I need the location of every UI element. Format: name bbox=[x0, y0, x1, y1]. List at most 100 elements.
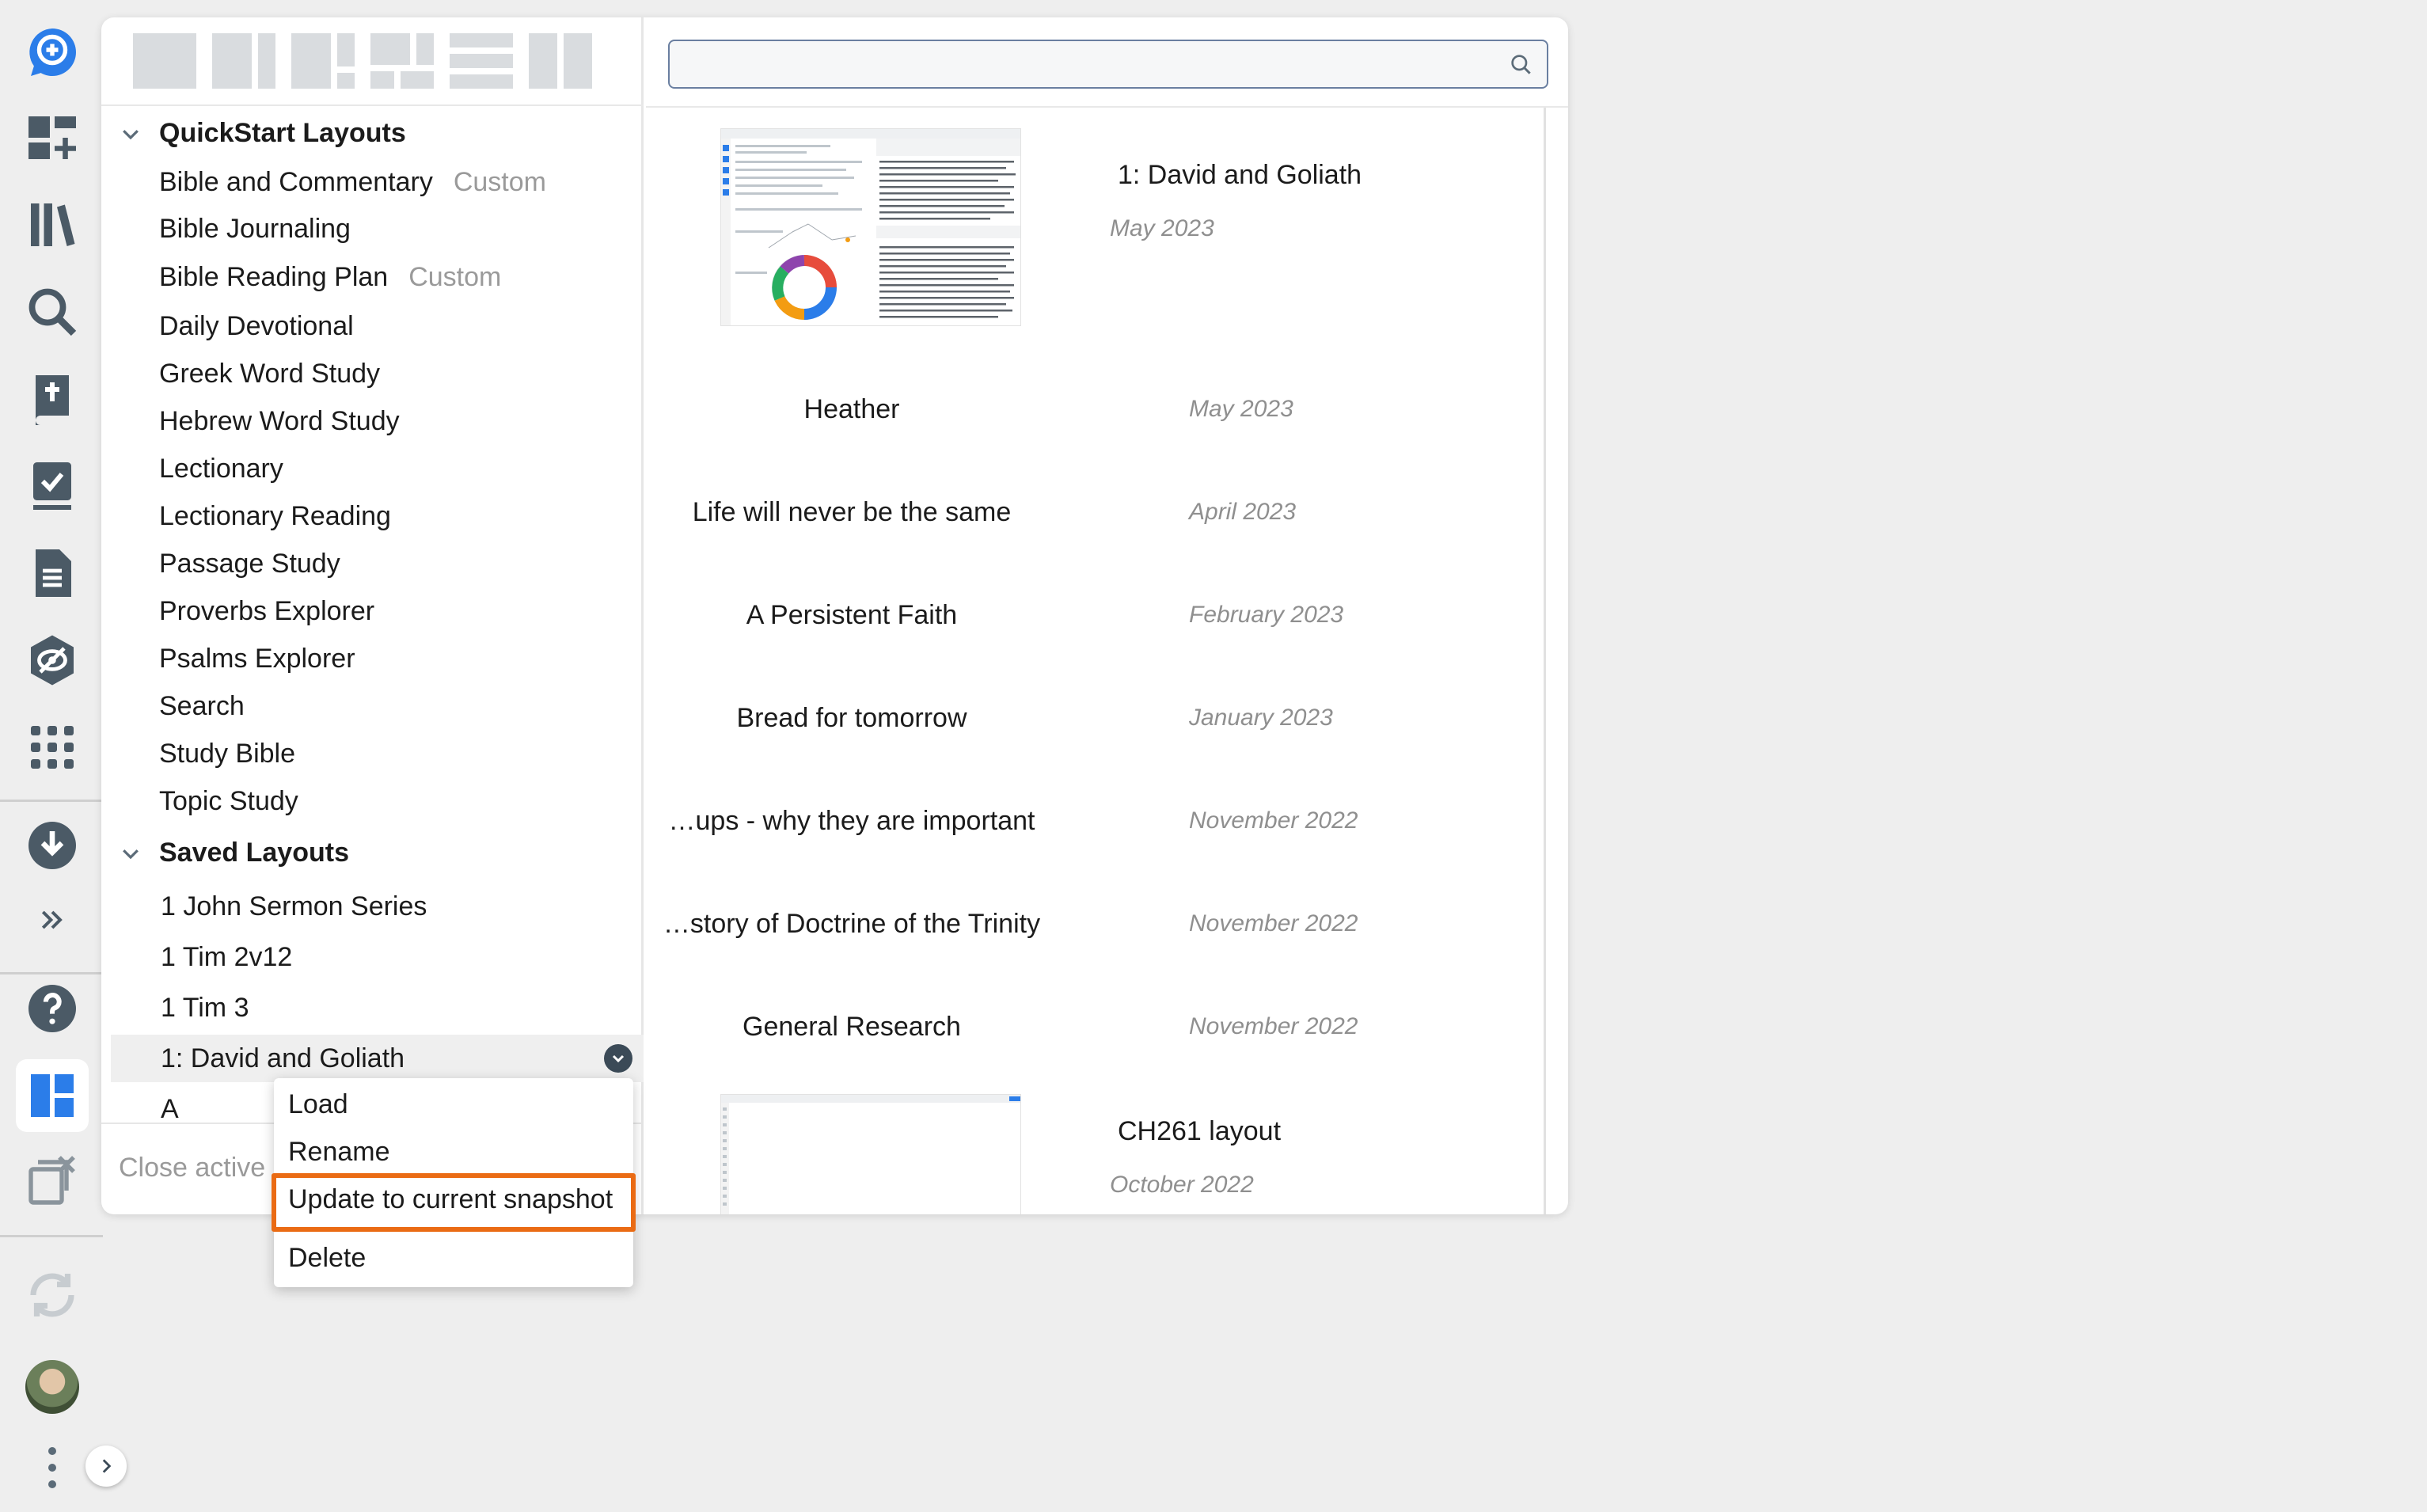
layout-item-label: Bible Journaling bbox=[159, 213, 351, 244]
layout-name: Bread for tomorrow bbox=[736, 703, 967, 733]
layout-item-label: Passage Study bbox=[159, 548, 340, 579]
group-saved-layouts[interactable]: Saved Layouts bbox=[101, 830, 644, 875]
layout-item-label: Lectionary Reading bbox=[159, 500, 391, 531]
scrollbar-track[interactable] bbox=[1544, 108, 1546, 1214]
layout-item[interactable]: Topic Study bbox=[101, 777, 644, 825]
app-rail bbox=[0, 0, 127, 1512]
rail-divider bbox=[0, 800, 103, 802]
layout-thumbnail[interactable] bbox=[720, 128, 1021, 326]
layout-item[interactable]: Bible and Commentary Custom bbox=[101, 158, 644, 206]
layout-item[interactable]: Study Bible bbox=[101, 730, 644, 777]
layout-item[interactable]: Daily Devotional bbox=[101, 302, 644, 350]
layout-item[interactable]: Search bbox=[101, 682, 644, 730]
eye-shield-icon[interactable] bbox=[16, 624, 89, 697]
single-pane-layout-icon[interactable] bbox=[133, 33, 196, 89]
item-menu-dropdown-icon[interactable] bbox=[604, 1044, 632, 1073]
layout-item[interactable]: Proverbs Explorer bbox=[101, 587, 644, 635]
bible-icon[interactable] bbox=[16, 363, 89, 435]
four-pane-layout-icon[interactable] bbox=[370, 33, 434, 89]
layout-item[interactable]: Lectionary Reading bbox=[101, 492, 644, 540]
layout-item[interactable]: Hebrew Word Study bbox=[101, 397, 644, 445]
close-panels-icon[interactable] bbox=[16, 1145, 89, 1218]
three-pane-layout-icon[interactable] bbox=[291, 33, 355, 89]
two-column-layout-icon[interactable] bbox=[212, 33, 275, 89]
layout-item-label: Topic Study bbox=[159, 785, 298, 816]
saved-layout-item-selected[interactable]: 1: David and Goliath bbox=[111, 1035, 644, 1082]
saved-layout-item[interactable]: 1 John Sermon Series bbox=[101, 883, 644, 930]
menu-item-delete[interactable]: Delete bbox=[288, 1243, 366, 1274]
layout-name: 1: David and Goliath bbox=[1118, 160, 1362, 190]
checklist-icon[interactable] bbox=[16, 450, 89, 522]
search-input[interactable] bbox=[668, 40, 1548, 89]
layouts-list-pane: QuickStart Layouts Bible and Commentary C… bbox=[101, 17, 644, 1214]
layout-date: November 2022 bbox=[1189, 1013, 1358, 1039]
expand-chevron-icon[interactable] bbox=[85, 1446, 127, 1487]
saved-layout-item[interactable]: 1 Tim 3 bbox=[101, 984, 644, 1031]
menu-item-update-to-current-snapshot[interactable]: Update to current snapshot bbox=[288, 1184, 613, 1215]
layout-row[interactable]: Heather May 2023 bbox=[646, 378, 1533, 442]
layout-name: CH261 layout bbox=[1118, 1116, 1282, 1146]
apps-grid-icon[interactable] bbox=[16, 711, 89, 784]
layout-item[interactable]: Bible Reading Plan Custom bbox=[101, 253, 644, 301]
layouts-add-icon[interactable] bbox=[16, 101, 89, 174]
layout-item-label: Daily Devotional bbox=[159, 310, 354, 341]
double-chevron-right-icon[interactable] bbox=[16, 883, 89, 956]
layout-date: May 2023 bbox=[1189, 396, 1293, 422]
layout-date: November 2022 bbox=[1189, 910, 1358, 936]
layout-name: General Research bbox=[743, 1012, 961, 1042]
chevron-down-icon[interactable] bbox=[119, 122, 142, 146]
chevron-down-icon[interactable] bbox=[119, 841, 142, 865]
layout-row[interactable]: General Research November 2022 bbox=[646, 996, 1533, 1059]
menu-item-load[interactable]: Load bbox=[288, 1089, 348, 1120]
document-icon[interactable] bbox=[16, 537, 89, 610]
search-icon[interactable] bbox=[16, 275, 89, 348]
layout-date: January 2023 bbox=[1189, 705, 1333, 731]
layout-row[interactable]: …story of Doctrine of the Trinity Novemb… bbox=[646, 893, 1533, 956]
layout-item[interactable]: Greek Word Study bbox=[101, 350, 644, 397]
layout-row[interactable]: Life will never be the same April 2023 bbox=[646, 481, 1533, 545]
add-search-icon[interactable] bbox=[16, 16, 89, 89]
download-icon[interactable] bbox=[16, 809, 89, 882]
library-icon[interactable] bbox=[16, 188, 89, 261]
layout-item-label: Bible Reading Plan bbox=[159, 261, 389, 292]
custom-tag: Custom bbox=[453, 166, 546, 197]
layout-name: A Persistent Faith bbox=[746, 600, 958, 630]
side-by-side-layout-icon[interactable] bbox=[529, 33, 592, 89]
layout-item-label: Psalms Explorer bbox=[159, 643, 355, 674]
saved-layout-item[interactable]: 1 Tim 2v12 bbox=[101, 933, 644, 981]
menu-item-rename[interactable]: Rename bbox=[288, 1137, 390, 1168]
more-vertical-icon[interactable] bbox=[44, 1447, 60, 1488]
layout-item-label: Proverbs Explorer bbox=[159, 595, 375, 626]
layout-item-label: A bbox=[161, 1093, 179, 1124]
layout-item[interactable]: Passage Study bbox=[101, 540, 644, 587]
layout-item[interactable]: Psalms Explorer bbox=[101, 635, 644, 682]
layout-item[interactable]: Bible Journaling bbox=[101, 205, 644, 253]
close-active-layout-option[interactable]: Close active l bbox=[119, 1153, 279, 1183]
layout-row[interactable]: Bread for tomorrow January 2023 bbox=[646, 687, 1533, 750]
layout-item-label: Greek Word Study bbox=[159, 358, 381, 389]
stacked-layout-icon[interactable] bbox=[450, 33, 513, 89]
layout-thumbnail[interactable] bbox=[720, 1094, 1021, 1214]
layouts-panel: QuickStart Layouts Bible and Commentary C… bbox=[101, 17, 1568, 1214]
avatar[interactable] bbox=[25, 1360, 79, 1414]
layout-row[interactable]: A Persistent Faith February 2023 bbox=[646, 584, 1533, 648]
group-quickstart-layouts[interactable]: QuickStart Layouts bbox=[101, 111, 644, 155]
group-label: QuickStart Layouts bbox=[159, 117, 406, 148]
layouts-icon[interactable] bbox=[16, 1059, 89, 1132]
layout-date: April 2023 bbox=[1189, 499, 1297, 525]
layout-row[interactable]: 1: David and Goliath May 2023 bbox=[646, 128, 1533, 326]
search-icon[interactable] bbox=[1509, 52, 1534, 78]
rail-divider bbox=[0, 1235, 103, 1237]
layout-item-label: 1: David and Goliath bbox=[161, 1043, 405, 1073]
layout-row[interactable]: CH261 layout October 2022 bbox=[646, 1085, 1533, 1214]
sync-icon[interactable] bbox=[16, 1259, 89, 1332]
help-icon[interactable] bbox=[16, 972, 89, 1045]
layout-name: …ups - why they are important bbox=[668, 806, 1035, 836]
layout-item[interactable]: Lectionary bbox=[101, 445, 644, 492]
layout-name: …story of Doctrine of the Trinity bbox=[663, 909, 1041, 939]
layout-item-label: Lectionary bbox=[159, 453, 283, 484]
layout-item-label: Hebrew Word Study bbox=[159, 405, 400, 436]
layout-row[interactable]: …ups - why they are important November 2… bbox=[646, 790, 1533, 853]
layout-date: February 2023 bbox=[1189, 602, 1344, 628]
layout-item-label: 1 Tim 3 bbox=[161, 992, 249, 1023]
